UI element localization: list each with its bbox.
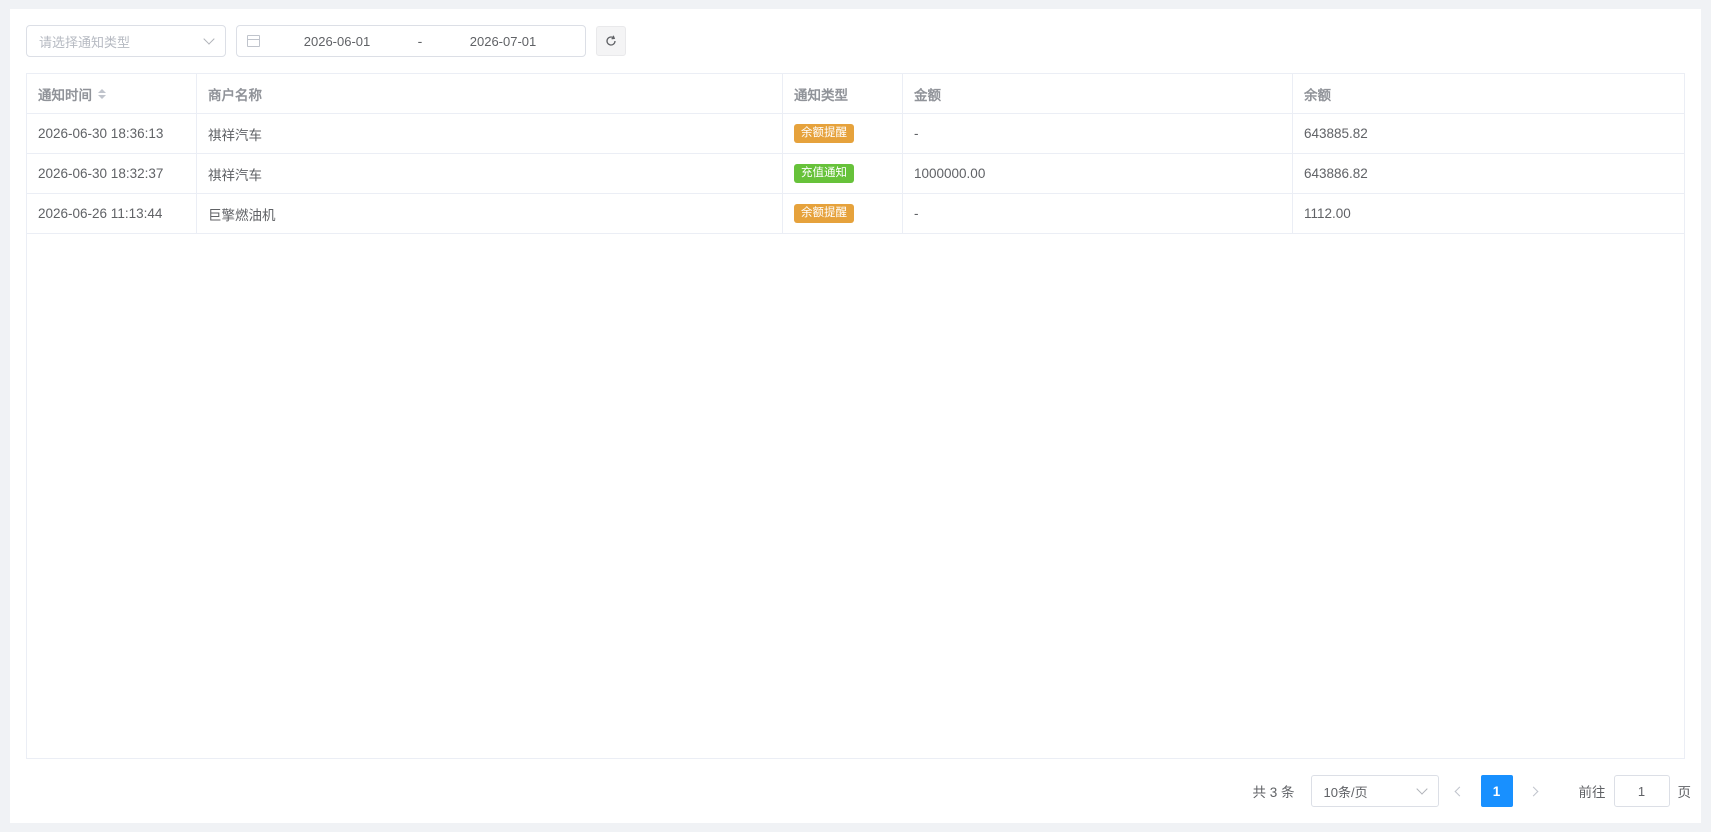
column-header-amount: 金额	[903, 74, 1293, 113]
cell-amount: 1000000.00	[903, 154, 1293, 193]
chevron-left-icon	[1454, 786, 1465, 796]
chevron-down-icon	[203, 33, 215, 45]
cell-amount: -	[903, 114, 1293, 153]
status-badge: 余额提醒	[794, 204, 854, 223]
column-header-time[interactable]: 通知时间	[27, 74, 197, 113]
cell-time: 2026-06-26 11:13:44	[27, 194, 197, 233]
table-header: 通知时间 商户名称 通知类型 金额 余额	[27, 74, 1684, 114]
column-header-type: 通知类型	[783, 74, 903, 113]
cell-merchant: 祺祥汽车	[197, 114, 783, 153]
column-header-label: 通知类型	[794, 87, 848, 103]
cell-type: 余额提醒	[783, 114, 903, 153]
table-row: 2026-06-26 11:13:44 巨擎燃油机 余额提醒 - 1112.00	[27, 194, 1684, 234]
goto-page-input[interactable]	[1613, 775, 1670, 807]
main-panel: 请选择通知类型 2026-06-01 - 2026-07-01 通知时间 商户名…	[10, 9, 1701, 823]
sort-caret-icon[interactable]	[98, 88, 106, 99]
cell-balance: 1112.00	[1304, 206, 1351, 221]
column-header-merchant: 商户名称	[197, 74, 783, 113]
date-start-input[interactable]: 2026-06-01	[272, 34, 402, 49]
column-header-label: 余额	[1304, 87, 1331, 103]
page-number-1[interactable]: 1	[1480, 775, 1513, 807]
page-size-select[interactable]: 10条/页	[1310, 775, 1439, 807]
prev-page-button[interactable]	[1445, 776, 1475, 806]
cell-merchant: 巨擎燃油机	[197, 194, 783, 233]
status-badge: 充值通知	[794, 164, 854, 183]
date-end-input[interactable]: 2026-07-01	[438, 34, 568, 49]
notice-type-placeholder: 请选择通知类型	[39, 34, 131, 50]
cell-balance: 643885.82	[1304, 126, 1368, 141]
column-header-label: 商户名称	[208, 87, 262, 103]
page-size-value: 10条/页	[1323, 784, 1368, 800]
date-range-separator: -	[417, 33, 423, 49]
next-page-button[interactable]	[1519, 776, 1549, 806]
cell-time: 2026-06-30 18:32:37	[27, 154, 197, 193]
chevron-down-icon	[1415, 783, 1428, 795]
goto-label: 前往	[1578, 785, 1606, 800]
pagination-total: 共 3 条	[1252, 785, 1295, 800]
page-unit-label: 页	[1677, 785, 1692, 800]
calendar-icon	[247, 35, 260, 47]
refresh-icon	[606, 35, 616, 46]
cell-type: 充值通知	[783, 154, 903, 193]
filter-toolbar: 请选择通知类型 2026-06-01 - 2026-07-01	[26, 25, 626, 57]
refresh-button[interactable]	[596, 26, 626, 56]
status-badge: 余额提醒	[794, 124, 854, 143]
notice-type-select[interactable]: 请选择通知类型	[26, 25, 226, 57]
table-row: 2026-06-30 18:36:13 祺祥汽车 余额提醒 - 643885.8…	[27, 114, 1684, 154]
column-header-label: 金额	[914, 87, 941, 103]
cell-merchant: 祺祥汽车	[197, 154, 783, 193]
cell-amount: -	[903, 194, 1293, 233]
chevron-right-icon	[1528, 786, 1539, 796]
date-range-picker[interactable]: 2026-06-01 - 2026-07-01	[236, 25, 586, 57]
cell-balance: 643886.82	[1304, 166, 1368, 181]
notification-table: 通知时间 商户名称 通知类型 金额 余额 2026-06-30 18:36:13…	[26, 73, 1685, 759]
cell-type: 余额提醒	[783, 194, 903, 233]
column-header-balance: 余额	[1293, 74, 1684, 113]
pagination: 共 3 条 10条/页 1 前往 页	[1252, 775, 1691, 807]
column-header-label: 通知时间	[38, 87, 92, 103]
cell-time: 2026-06-30 18:36:13	[27, 114, 197, 153]
table-row: 2026-06-30 18:32:37 祺祥汽车 充值通知 1000000.00…	[27, 154, 1684, 194]
